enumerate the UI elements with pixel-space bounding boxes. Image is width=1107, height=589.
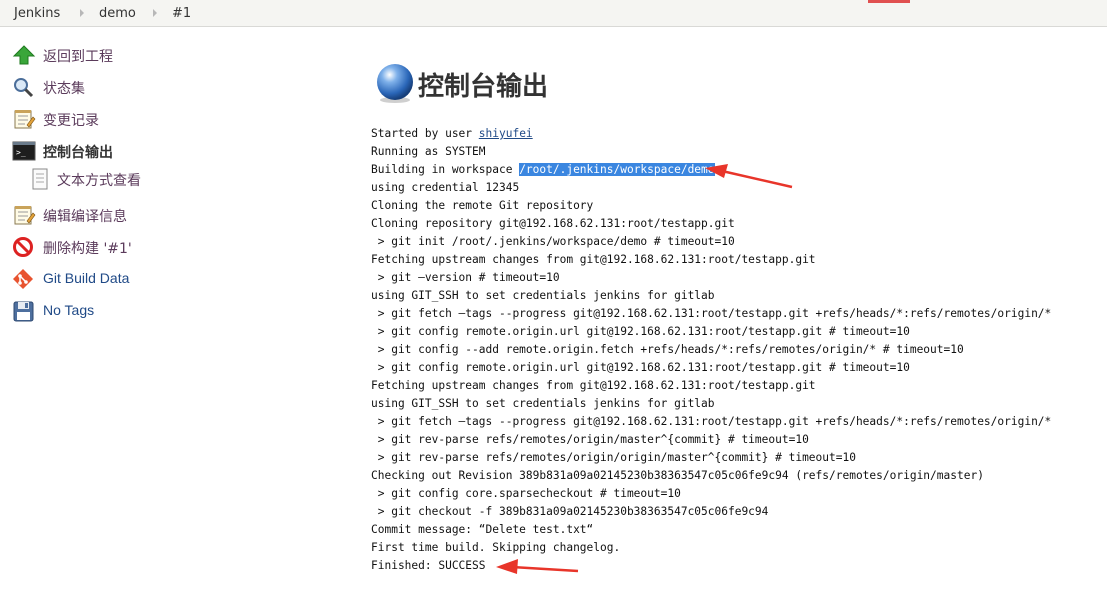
console-line: > git —version # timeout=10 — [371, 271, 560, 284]
breadcrumb-build[interactable]: #1 — [172, 6, 191, 21]
console-line: Cloning repository git@192.168.62.131:ro… — [371, 217, 735, 230]
annotation-arrow-success — [496, 559, 579, 574]
console-line: > git rev-parse refs/remotes/origin/mast… — [371, 433, 809, 446]
sidebar-item-label: 控制台输出 — [43, 145, 113, 161]
sidebar-item-label: 文本方式查看 — [57, 173, 141, 189]
top-accent-bar — [868, 0, 910, 3]
breadcrumb: Jenkins demo #1 — [0, 0, 1107, 27]
console-line: Running as SYSTEM — [371, 145, 486, 158]
console-line: First time build. Skipping changelog. — [371, 541, 621, 554]
console-line: > git config remote.origin.url git@192.1… — [371, 361, 910, 374]
breadcrumb-separator-icon — [80, 9, 84, 17]
console-line: Finished: SUCCESS — [371, 559, 486, 572]
sidebar-item-label: No Tags — [43, 302, 95, 318]
console-line: > git checkout -f 389b831a09a02145230b38… — [371, 505, 769, 518]
no-entry-icon — [12, 236, 36, 258]
console-line: Fetching upstream changes from git@192.1… — [371, 379, 816, 392]
console-line: > git config --add remote.origin.fetch +… — [371, 343, 964, 356]
console-line: > git fetch —tags --progress git@192.168… — [371, 415, 1052, 428]
user-link[interactable]: shiyufei — [479, 127, 533, 140]
svg-text:>_: >_ — [16, 148, 26, 157]
selected-workspace-path[interactable]: /root/.jenkins/workspace/demo — [519, 163, 715, 176]
console-line: Started by user shiyufei — [371, 125, 1051, 143]
console-line: > git config remote.origin.url git@192.1… — [371, 325, 910, 338]
magnifier-icon — [12, 76, 36, 98]
console-line: > git rev-parse refs/remotes/origin/orig… — [371, 451, 856, 464]
breadcrumb-demo[interactable]: demo — [99, 6, 136, 21]
notepad-edit-icon — [12, 204, 36, 226]
sidebar-item-label: 返回到工程 — [43, 49, 113, 65]
console-text: Started by user — [371, 127, 479, 140]
console-line: Checking out Revision 389b831a09a0214523… — [371, 469, 984, 482]
console-globe-icon — [374, 62, 416, 104]
document-icon — [28, 168, 52, 190]
breadcrumb-jenkins[interactable]: Jenkins — [14, 6, 60, 21]
floppy-disk-icon — [12, 300, 36, 322]
up-arrow-icon — [12, 44, 36, 66]
sidebar-item-label: Git Build Data — [43, 270, 130, 286]
console-line: using GIT_SSH to set credentials jenkins… — [371, 289, 715, 302]
console-line: > git fetch —tags --progress git@192.168… — [371, 307, 1052, 320]
sidebar-item-label: 状态集 — [43, 81, 85, 97]
console-line: > git config core.sparsecheckout # timeo… — [371, 487, 681, 500]
console-output: Started by user shiyufei Running as SYSTE… — [371, 125, 1051, 575]
annotation-arrow-workspace — [705, 164, 793, 189]
sidebar-item-label: 变更记录 — [43, 113, 99, 129]
console-line: Fetching upstream changes from git@192.1… — [371, 253, 816, 266]
breadcrumb-separator-icon — [153, 9, 157, 17]
console-line: using GIT_SSH to set credentials jenkins… — [371, 397, 715, 410]
notepad-icon — [12, 108, 36, 130]
sidebar-item-label: 删除构建 '#1' — [43, 241, 132, 257]
console-text: Building in workspace — [371, 163, 520, 176]
terminal-icon: >_ — [12, 140, 36, 162]
git-icon — [12, 268, 36, 290]
console-line: Commit message: “Delete test.txt“ — [371, 523, 594, 536]
sidebar-item-label: 编辑编译信息 — [43, 209, 127, 225]
page-title: 控制台输出 — [418, 72, 549, 102]
console-line: > git init /root/.jenkins/workspace/demo… — [371, 235, 735, 248]
console-line: Cloning the remote Git repository — [371, 199, 594, 212]
